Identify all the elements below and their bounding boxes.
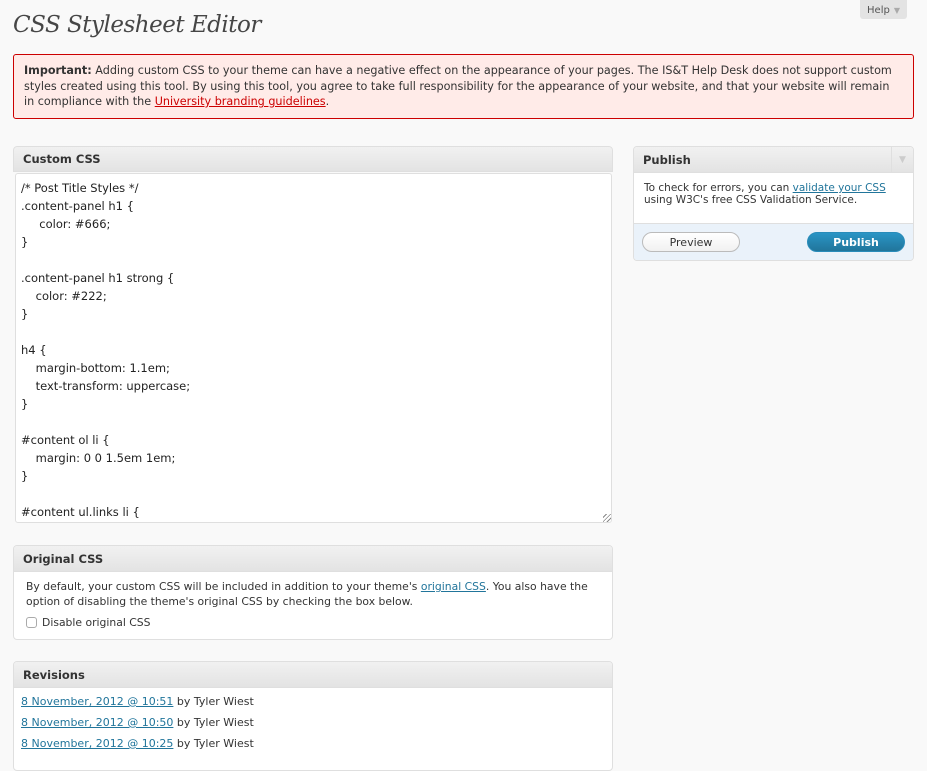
disable-original-css-checkbox[interactable] bbox=[26, 617, 37, 628]
revision-author: by Tyler Wiest bbox=[173, 716, 254, 729]
notice-end: . bbox=[325, 95, 330, 108]
help-tab-button[interactable]: Help ▼ bbox=[860, 0, 907, 19]
revision-item: 8 November, 2012 @ 10:25 by Tyler Wiest bbox=[21, 736, 605, 757]
revision-author: by Tyler Wiest bbox=[173, 695, 254, 708]
preview-button[interactable]: Preview bbox=[642, 232, 740, 252]
revision-link[interactable]: 8 November, 2012 @ 10:51 bbox=[21, 695, 173, 708]
validate-css-link[interactable]: validate your CSS bbox=[793, 182, 886, 194]
publish-actions: Preview Publish bbox=[634, 224, 913, 260]
publish-header: Publish ▼ bbox=[634, 147, 913, 173]
custom-css-header: Custom CSS bbox=[13, 146, 613, 172]
disable-original-css-row[interactable]: Disable original CSS bbox=[26, 615, 600, 630]
notice-strong: Important: bbox=[24, 64, 92, 77]
page-title: CSS Stylesheet Editor bbox=[13, 12, 261, 38]
css-editor-textarea[interactable]: /* Post Title Styles */ .content-panel h… bbox=[15, 173, 612, 523]
custom-css-panel: Custom CSS /* Post Title Styles */ .cont… bbox=[13, 146, 613, 526]
original-css-link[interactable]: original CSS bbox=[421, 580, 486, 593]
revisions-panel: Revisions 8 November, 2012 @ 10:51 by Ty… bbox=[13, 661, 613, 771]
revision-link[interactable]: 8 November, 2012 @ 10:50 bbox=[21, 716, 173, 729]
revision-item: 8 November, 2012 @ 10:51 by Tyler Wiest bbox=[21, 694, 605, 715]
revisions-header: Revisions bbox=[14, 662, 612, 688]
revisions-list: 8 November, 2012 @ 10:51 by Tyler Wiest … bbox=[14, 688, 612, 763]
publish-title: Publish bbox=[643, 152, 691, 167]
publish-panel: Publish ▼ To check for errors, you can v… bbox=[633, 146, 914, 261]
chevron-down-icon: ▼ bbox=[893, 6, 900, 15]
original-css-description: By default, your custom CSS will be incl… bbox=[26, 579, 600, 609]
original-css-title: Original CSS bbox=[23, 551, 104, 566]
disable-original-css-label[interactable]: Disable original CSS bbox=[42, 615, 151, 630]
collapse-toggle-icon[interactable]: ▼ bbox=[891, 147, 913, 173]
publish-text: To check for errors, you can bbox=[644, 182, 793, 194]
warning-notice: Important: Adding custom CSS to your the… bbox=[13, 54, 914, 119]
desc-text: By default, your custom CSS will be incl… bbox=[26, 580, 421, 593]
original-css-panel: Original CSS By default, your custom CSS… bbox=[13, 545, 613, 640]
revisions-title: Revisions bbox=[23, 667, 85, 682]
revision-link[interactable]: 8 November, 2012 @ 10:25 bbox=[21, 737, 173, 750]
publish-description: To check for errors, you can validate yo… bbox=[634, 173, 913, 224]
publish-button[interactable]: Publish bbox=[807, 232, 905, 252]
original-css-body: By default, your custom CSS will be incl… bbox=[14, 572, 612, 637]
revision-author: by Tyler Wiest bbox=[173, 737, 254, 750]
branding-guidelines-link[interactable]: University branding guidelines bbox=[155, 95, 326, 108]
revision-item: 8 November, 2012 @ 10:50 by Tyler Wiest bbox=[21, 715, 605, 736]
help-label: Help bbox=[867, 5, 890, 16]
custom-css-title: Custom CSS bbox=[23, 152, 101, 166]
publish-text-after: using W3C's free CSS Validation Service. bbox=[644, 194, 858, 206]
original-css-header: Original CSS bbox=[14, 546, 612, 572]
resize-handle[interactable] bbox=[603, 514, 611, 522]
